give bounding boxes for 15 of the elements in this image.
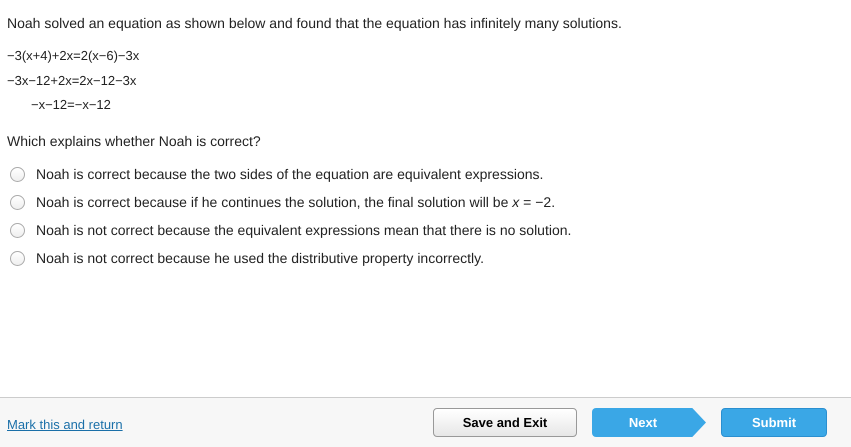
equation-line: −3x−12+2x=2x−12−3x	[7, 72, 136, 90]
equation-line: −3(x+4)+2x=2(x−6)−3x	[7, 47, 140, 65]
save-exit-button[interactable]: Save and Exit	[433, 408, 577, 437]
answer-option[interactable]: Noah is correct because if he continues the solution, the final solution will be x = −2.	[36, 192, 556, 212]
equation-line: −x−12=−x−12	[31, 96, 111, 114]
radio-button[interactable]	[10, 194, 25, 210]
question-text: Which explains whether Noah is correct?	[7, 132, 262, 151]
mark-and-return-link[interactable]: Mark this and return	[7, 414, 123, 434]
question-prompt: Noah solved an equation as shown below and found that the equation has infinitely many solutions.	[7, 14, 623, 33]
radio-button[interactable]	[10, 222, 25, 238]
radio-button[interactable]	[10, 166, 25, 182]
radio-button[interactable]	[10, 250, 25, 266]
answer-option[interactable]: Noah is correct because the two sides of the equation are equivalent expressions.	[36, 164, 544, 184]
answer-option[interactable]: Noah is not correct because the equivalent expressions mean that there is no solution.	[36, 220, 572, 240]
answer-option[interactable]: Noah is not correct because he used the distributive property incorrectly.	[36, 248, 484, 268]
